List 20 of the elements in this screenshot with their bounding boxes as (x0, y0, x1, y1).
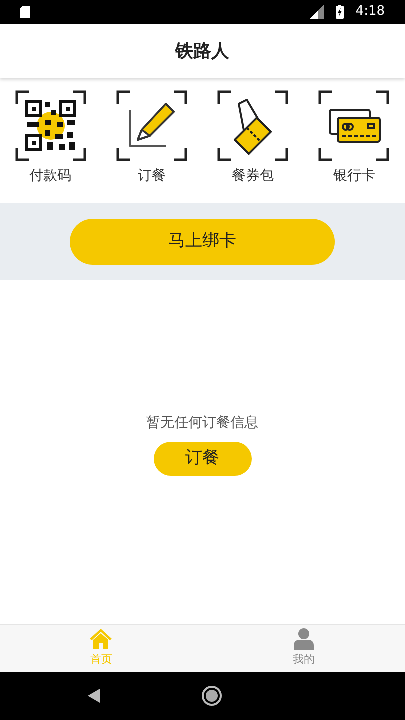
status-time: 4:18 (356, 3, 385, 22)
shortcut-button[interactable]: 银行卡 (304, 90, 405, 187)
shortcut-button[interactable]: 餐券包 (202, 90, 304, 187)
home-icon (89, 628, 114, 650)
sd-card-icon (20, 6, 30, 18)
signal-icon (308, 5, 324, 19)
home-button[interactable] (202, 686, 222, 706)
page-title: 铁路人 (176, 40, 230, 64)
ticket-icon (216, 90, 290, 162)
qr-code-icon (14, 90, 88, 162)
pencil-paper-icon (114, 90, 189, 162)
empty-message: 暂无任何订餐信息 (146, 414, 258, 433)
order-button[interactable]: 订餐 (154, 442, 252, 476)
battery-icon (336, 5, 344, 19)
person-icon (294, 628, 314, 650)
shortcut-button[interactable]: 付款码 (0, 90, 102, 187)
shortcut-button[interactable]: 订餐 (101, 90, 202, 187)
back-icon (88, 689, 100, 703)
bank-card-icon (317, 90, 392, 162)
bind-card-button[interactable]: 马上绑卡 (70, 218, 335, 264)
